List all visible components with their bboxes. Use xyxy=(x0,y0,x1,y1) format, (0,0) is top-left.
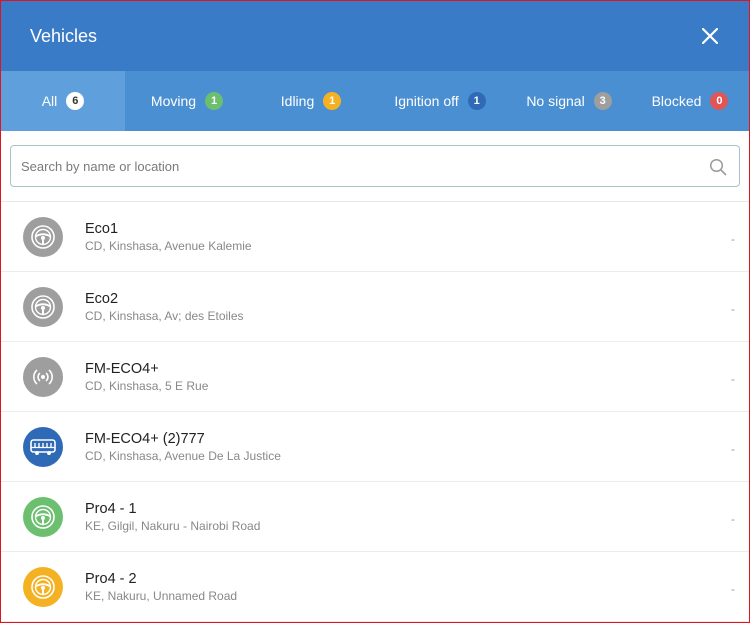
vehicles-dialog: Vehicles All 6 Moving 1 Idling 1 Ignitio… xyxy=(0,0,750,623)
close-button[interactable] xyxy=(701,27,719,45)
tab-count-badge: 3 xyxy=(593,92,612,110)
close-icon xyxy=(702,28,718,44)
tab-no-signal[interactable]: No signal 3 xyxy=(507,71,631,131)
vehicle-status-avatar xyxy=(23,286,63,327)
vehicle-row[interactable]: Pro4 - 2 KE, Nakuru, Unnamed Road - xyxy=(1,552,749,622)
status-tabs: All 6 Moving 1 Idling 1 Ignition off 1 N… xyxy=(1,71,749,131)
tab-idling[interactable]: Idling 1 xyxy=(249,71,373,131)
signal-icon xyxy=(33,369,53,384)
vehicle-name: Pro4 - 2 xyxy=(85,571,137,587)
tab-label: Blocked xyxy=(651,93,702,109)
steering-wheel-icon xyxy=(31,224,55,249)
vehicle-address: CD, Kinshasa, Av; des Etoiles xyxy=(85,309,244,323)
steering-wheel-icon xyxy=(31,504,55,529)
vehicle-row[interactable]: FM-ECO4+ CD, Kinshasa, 5 E Rue - xyxy=(1,342,749,412)
vehicle-status-avatar xyxy=(23,426,63,467)
tab-count-badge: 0 xyxy=(710,92,729,110)
tab-count-badge: 1 xyxy=(323,92,342,110)
vehicle-status-avatar xyxy=(23,566,63,607)
tab-all[interactable]: All 6 xyxy=(1,71,125,131)
vehicle-name: FM-ECO4+ (2)777 xyxy=(85,431,205,447)
tab-count-badge: 6 xyxy=(66,92,85,110)
vehicle-name: Pro4 - 1 xyxy=(85,501,137,517)
search-bar xyxy=(1,131,749,202)
search-input[interactable] xyxy=(11,146,739,186)
vehicle-row[interactable]: FM-ECO4+ (2)777 CD, Kinshasa, Avenue De … xyxy=(1,412,749,482)
tab-ignition-off[interactable]: Ignition off 1 xyxy=(373,71,507,131)
vehicle-name: Eco2 xyxy=(85,291,119,307)
tab-count-badge: 1 xyxy=(467,92,486,110)
search-icon[interactable] xyxy=(709,158,727,176)
vehicle-address: KE, Nakuru, Unnamed Road xyxy=(85,589,238,603)
vehicle-status-value: - xyxy=(731,582,735,596)
vehicle-name: FM-ECO4+ xyxy=(85,361,159,377)
vehicle-status-value: - xyxy=(731,372,735,386)
vehicle-status-value: - xyxy=(731,512,735,526)
vehicle-status-value: - xyxy=(731,232,735,246)
vehicle-name: Eco1 xyxy=(85,221,119,237)
vehicle-address: CD, Kinshasa, 5 E Rue xyxy=(85,379,209,393)
tab-label: No signal xyxy=(526,93,585,109)
vehicle-status-avatar xyxy=(23,496,63,537)
tab-label: Moving xyxy=(150,93,197,109)
vehicle-status-value: - xyxy=(731,442,735,456)
tab-label: Ignition off xyxy=(394,93,459,109)
steering-wheel-icon xyxy=(31,294,55,319)
vehicle-address: CD, Kinshasa, Avenue Kalemie xyxy=(85,239,252,253)
vehicle-address: CD, Kinshasa, Avenue De La Justice xyxy=(85,449,281,463)
dialog-header: Vehicles xyxy=(1,1,749,71)
tab-label: All xyxy=(41,93,58,109)
vehicle-row[interactable]: Eco2 CD, Kinshasa, Av; des Etoiles - xyxy=(1,272,749,342)
tab-label: Idling xyxy=(280,93,315,109)
vehicle-list: Eco1 CD, Kinshasa, Avenue Kalemie - Eco2… xyxy=(1,202,749,622)
vehicle-address: KE, Gilgil, Nakuru - Nairobi Road xyxy=(85,519,261,533)
vehicle-status-avatar xyxy=(23,356,63,397)
search-box xyxy=(10,145,740,187)
vehicle-row[interactable]: Eco1 CD, Kinshasa, Avenue Kalemie - xyxy=(1,202,749,272)
steering-wheel-icon xyxy=(31,574,55,599)
dialog-title: Vehicles xyxy=(30,25,98,46)
vehicle-row[interactable]: Pro4 - 1 KE, Gilgil, Nakuru - Nairobi Ro… xyxy=(1,482,749,552)
tab-moving[interactable]: Moving 1 xyxy=(125,71,249,131)
vehicle-status-avatar xyxy=(23,216,63,257)
bus-icon xyxy=(30,438,56,455)
vehicle-status-value: - xyxy=(731,302,735,316)
tab-count-badge: 1 xyxy=(205,92,224,110)
tab-blocked[interactable]: Blocked 0 xyxy=(631,71,749,131)
